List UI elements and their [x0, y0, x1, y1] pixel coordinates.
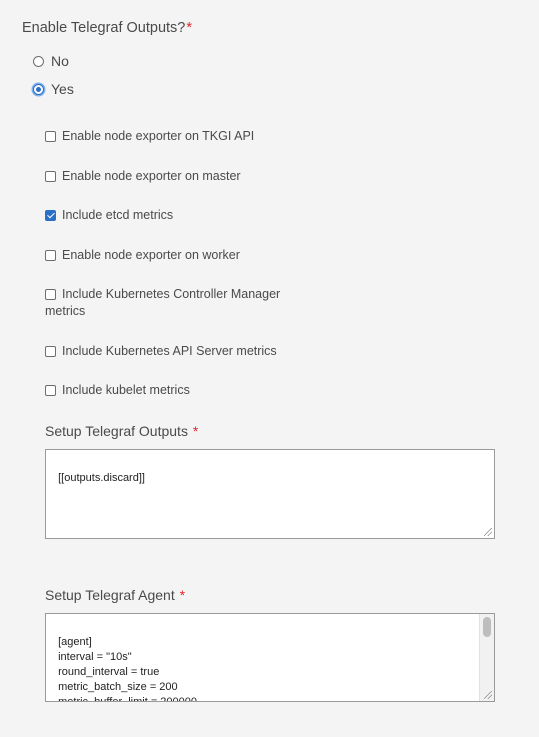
checkbox-node-exporter-master-label: Enable node exporter on master — [62, 169, 241, 183]
agent-textarea[interactable]: [agent] interval = "10s" round_interval … — [45, 613, 495, 702]
checkbox-kubelet-metrics-label: Include kubelet metrics — [62, 383, 190, 397]
required-mark: * — [186, 20, 193, 36]
checkbox-node-exporter-master-box[interactable] — [45, 171, 56, 182]
checkbox-kubelet-metrics-box[interactable] — [45, 385, 56, 396]
radio-no-circle[interactable] — [33, 55, 44, 67]
agent-label: Setup Telegraf Agent — [45, 587, 175, 603]
radio-no-label: No — [51, 53, 69, 69]
radio-no[interactable]: No — [33, 53, 69, 69]
enable-telegraf-title: Enable Telegraf Outputs?* — [22, 20, 192, 36]
outputs-required-mark: * — [192, 423, 199, 439]
radio-yes-label: Yes — [51, 81, 74, 97]
checkbox-etcd-metrics[interactable]: Include etcd metrics — [45, 207, 295, 224]
checkbox-controller-manager-metrics-label: Include Kubernetes Controller Manager me… — [45, 287, 281, 318]
checkbox-etcd-metrics-label: Include etcd metrics — [62, 208, 174, 222]
outputs-textarea[interactable]: [[outputs.discard]] — [45, 449, 495, 539]
checkbox-node-exporter-master[interactable]: Enable node exporter on master — [45, 168, 295, 185]
checkbox-kubelet-metrics[interactable]: Include kubelet metrics — [45, 382, 295, 399]
checkbox-node-exporter-worker-label: Enable node exporter on worker — [62, 248, 240, 262]
checkbox-node-exporter-tkgi-api-box[interactable] — [45, 131, 56, 142]
agent-textarea-value: [agent] interval = "10s" round_interval … — [58, 636, 198, 702]
agent-scrollbar[interactable] — [479, 614, 494, 701]
resize-grip-icon[interactable] — [484, 691, 492, 699]
checkbox-node-exporter-tkgi-api[interactable]: Enable node exporter on TKGI API — [45, 128, 295, 145]
radio-yes[interactable]: Yes — [33, 81, 74, 97]
checkbox-etcd-metrics-box[interactable] — [45, 210, 56, 221]
agent-required-mark: * — [179, 587, 186, 603]
outputs-label: Setup Telegraf Outputs — [45, 423, 188, 439]
checkbox-controller-manager-metrics[interactable]: Include Kubernetes Controller Manager me… — [45, 286, 295, 320]
checkbox-api-server-metrics-box[interactable] — [45, 346, 56, 357]
agent-section-label: Setup Telegraf Agent * — [45, 587, 185, 603]
enable-telegraf-label: Enable Telegraf Outputs? — [22, 20, 186, 36]
radio-yes-circle[interactable] — [33, 83, 44, 95]
resize-grip-icon[interactable] — [484, 528, 492, 536]
checkbox-api-server-metrics[interactable]: Include Kubernetes API Server metrics — [45, 343, 295, 360]
checkbox-api-server-metrics-label: Include Kubernetes API Server metrics — [62, 344, 277, 358]
checkbox-node-exporter-tkgi-api-label: Enable node exporter on TKGI API — [62, 129, 255, 143]
outputs-section-label: Setup Telegraf Outputs * — [45, 423, 198, 439]
outputs-textarea-value: [[outputs.discard]] — [58, 472, 145, 484]
checkbox-controller-manager-metrics-box[interactable] — [45, 289, 56, 300]
checkbox-node-exporter-worker[interactable]: Enable node exporter on worker — [45, 247, 295, 264]
agent-scrollbar-thumb[interactable] — [483, 617, 491, 637]
checkbox-node-exporter-worker-box[interactable] — [45, 250, 56, 261]
